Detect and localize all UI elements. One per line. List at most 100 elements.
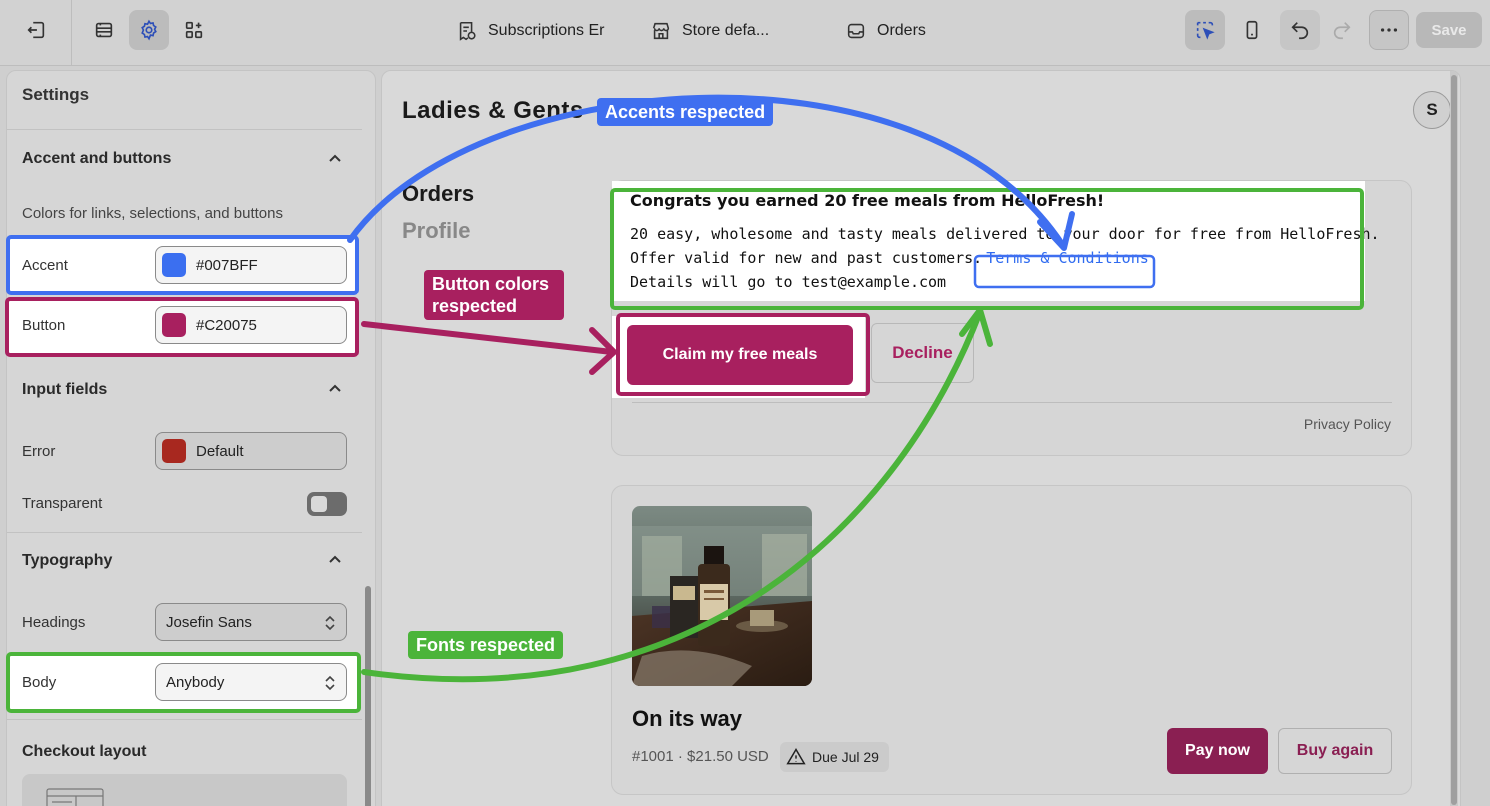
offer-content: Congrats you earned 20 free meals from H… <box>612 181 1380 301</box>
section-title-accent[interactable]: Accent and buttons <box>22 150 171 168</box>
phone-icon <box>1246 20 1258 40</box>
undo-button[interactable] <box>1280 10 1320 50</box>
nav-orders[interactable]: Orders <box>402 181 474 207</box>
layout-thumbnail-icon <box>46 788 104 806</box>
apps-button[interactable] <box>174 10 214 50</box>
mobile-preview-button[interactable] <box>1232 10 1272 50</box>
divider <box>7 129 362 130</box>
sections-icon <box>95 22 113 38</box>
product-image[interactable] <box>632 506 812 686</box>
order-card: On its way #1001 · $21.50 USD Due Jul 29… <box>611 485 1412 795</box>
error-label: Error <box>22 443 56 460</box>
gear-icon <box>141 19 157 41</box>
sections-button[interactable] <box>84 10 124 50</box>
body-font-select[interactable]: Anybody <box>155 663 347 701</box>
transparent-toggle[interactable] <box>307 492 347 516</box>
checkout-layout-preview[interactable] <box>22 774 347 806</box>
warning-icon <box>786 748 806 765</box>
due-badge: Due Jul 29 <box>780 742 889 772</box>
inbox-icon <box>847 23 865 39</box>
exit-button[interactable] <box>16 10 56 50</box>
select-arrows-icon <box>325 675 335 691</box>
button-label: Button <box>22 317 66 334</box>
accent-value: #007BFF <box>196 256 258 274</box>
settings-panel: Settings Accent and buttons Colors for l… <box>6 70 376 806</box>
pay-now-button[interactable]: Pay now <box>1167 728 1268 774</box>
claim-button[interactable]: Claim my free meals <box>627 325 853 385</box>
apps-icon <box>185 21 203 39</box>
accent-color-field[interactable]: #007BFF <box>155 246 347 284</box>
accents-annotation: Accents respected <box>597 98 774 126</box>
tab-subscriptions[interactable]: Subscriptions Er <box>456 18 612 44</box>
button-color-field[interactable]: #C20075 <box>155 306 347 344</box>
buy-again-button[interactable]: Buy again <box>1278 728 1392 774</box>
claim-highlight: Claim my free meals <box>612 316 865 398</box>
transparent-label: Transparent <box>22 495 103 512</box>
top-toolbar: Subscriptions Er Store defa... Orders Sa… <box>0 0 1490 66</box>
privacy-policy-link[interactable]: Privacy Policy <box>1304 416 1391 432</box>
inspect-button[interactable] <box>1185 10 1225 50</box>
more-icon <box>1380 28 1398 32</box>
settings-title: Settings <box>22 85 90 104</box>
receipt-icon <box>459 21 476 41</box>
select-cursor-icon <box>1196 21 1215 40</box>
offer-line-3: Details will go to test@example.com <box>630 273 947 291</box>
select-arrows-icon <box>325 615 335 631</box>
redo-icon <box>1333 22 1351 40</box>
settings-scrollbar[interactable] <box>365 586 371 806</box>
save-button[interactable]: Save <box>1416 12 1482 48</box>
redo-button[interactable] <box>1322 10 1362 50</box>
preview-scrollbar[interactable] <box>1450 71 1458 806</box>
offer-line-2-text: Offer valid for new and past customers. <box>630 249 983 267</box>
body-label: Body <box>22 674 57 691</box>
order-meta: #1001 · $21.50 USD <box>632 748 769 765</box>
undo-icon <box>1291 22 1309 40</box>
offer-title: Congrats you earned 20 free meals from H… <box>630 191 1105 210</box>
offer-line-1: 20 easy, wholesome and tasty meals deliv… <box>630 225 1380 243</box>
accent-swatch[interactable] <box>162 253 186 277</box>
toolbar-divider <box>71 0 72 66</box>
tab-subscriptions-label: Subscriptions Er <box>488 22 605 39</box>
body-value: Anybody <box>166 673 225 691</box>
chevron-up-icon[interactable] <box>327 552 343 568</box>
error-swatch[interactable] <box>162 439 186 463</box>
chevron-up-icon[interactable] <box>327 381 343 397</box>
section-title-input-fields[interactable]: Input fields <box>22 381 107 399</box>
buttons-annotation: Button colors respected <box>424 270 564 320</box>
avatar[interactable]: S <box>1413 91 1451 129</box>
card-divider <box>632 402 1392 403</box>
shop-name: Ladies & Gents <box>402 97 584 124</box>
more-button[interactable] <box>1369 10 1409 50</box>
decline-button[interactable]: Decline <box>871 323 974 383</box>
settings-button[interactable] <box>129 10 169 50</box>
headings-value: Josefin Sans <box>166 613 252 631</box>
tab-orders-label: Orders <box>877 22 926 39</box>
exit-icon <box>27 21 45 39</box>
section-title-typography[interactable]: Typography <box>22 552 112 570</box>
button-swatch[interactable] <box>162 313 186 337</box>
due-date: Due Jul 29 <box>812 749 879 765</box>
tab-store-defaults-label: Store defa... <box>682 22 770 39</box>
buttons-annotation-line2: respected <box>432 296 518 316</box>
tab-store-defaults[interactable]: Store defa... <box>650 18 790 44</box>
offer-line-2: Offer valid for new and past customers. T… <box>630 246 1347 270</box>
chevron-up-icon[interactable] <box>327 151 343 167</box>
store-icon <box>652 22 670 40</box>
divider <box>7 532 362 533</box>
headings-label: Headings <box>22 614 86 631</box>
terms-link[interactable]: Terms & Conditions <box>986 249 1149 267</box>
product-photo <box>632 506 812 686</box>
divider <box>7 719 362 720</box>
checkout-preview: Ladies & Gents S Orders Profile Congrats… <box>381 70 1461 806</box>
error-color-field[interactable]: Default <box>155 432 347 470</box>
offer-card: Congrats you earned 20 free meals from H… <box>611 180 1412 456</box>
error-value: Default <box>196 442 244 460</box>
tab-orders[interactable]: Orders <box>845 18 945 44</box>
order-status-title: On its way <box>632 706 743 731</box>
nav-profile[interactable]: Profile <box>402 218 470 244</box>
accent-label: Accent <box>22 257 68 274</box>
section-title-checkout-layout: Checkout layout <box>22 743 147 760</box>
buttons-annotation-line1: Button colors <box>432 274 549 294</box>
headings-font-select[interactable]: Josefin Sans <box>155 603 347 641</box>
accent-help-text: Colors for links, selections, and button… <box>22 205 283 222</box>
